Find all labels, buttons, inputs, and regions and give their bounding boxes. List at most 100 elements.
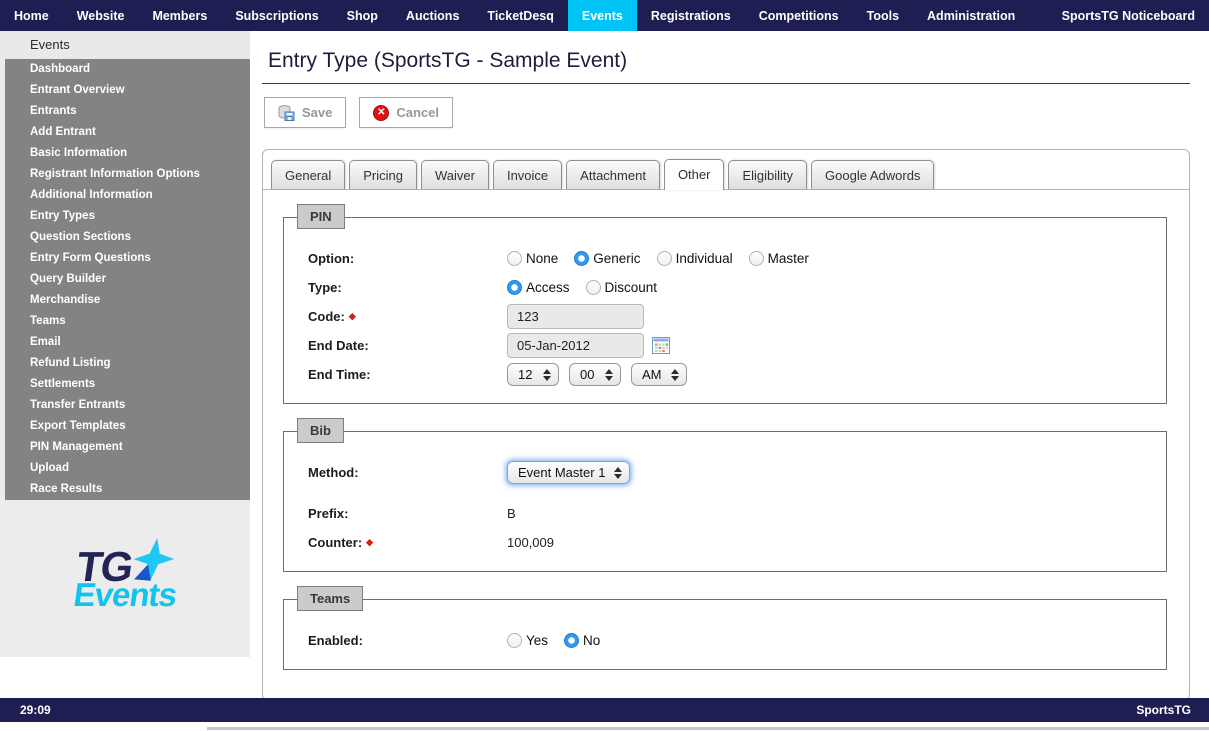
save-button[interactable]: Save [264, 97, 347, 128]
cancel-circle-x-icon: ✕ [373, 104, 390, 121]
nav-item-shop[interactable]: Shop [333, 0, 392, 31]
nav-item-home[interactable]: Home [0, 0, 63, 31]
tab-attachment[interactable]: Attachment [566, 160, 660, 189]
sidebar-item-merchandise[interactable]: Merchandise [5, 290, 250, 311]
radio-label: Discount [604, 280, 658, 295]
sidebar-item-add-entrant[interactable]: Add Entrant [5, 122, 250, 143]
method-label: Method: [308, 465, 359, 480]
bib-method-row: Method: Event Master 1 [308, 460, 1166, 485]
tab-other[interactable]: Other [663, 159, 725, 190]
up-down-arrows-icon [543, 369, 551, 381]
sidebar-item-entry-form-questions[interactable]: Entry Form Questions [5, 248, 250, 269]
tab-eligibility[interactable]: Eligibility [728, 160, 808, 189]
radio-circle-icon [507, 280, 522, 295]
nav-item-tools[interactable]: Tools [853, 0, 913, 31]
nav-item-members[interactable]: Members [138, 0, 221, 31]
code-input[interactable] [507, 304, 644, 329]
body-row: Events Dashboard Entrant Overview Entrants… [0, 31, 1209, 731]
sidebar-header: Events [0, 31, 250, 59]
sidebar-item-teams[interactable]: Teams [5, 311, 250, 332]
tg-events-logo: TG Events [0, 500, 250, 657]
radio-option-generic[interactable]: Generic [574, 251, 641, 266]
pin-fieldset: PIN Option: None Generic Individual Master … [283, 204, 1167, 404]
pin-type-row: Type: Access Discount [308, 275, 1166, 300]
sidebar-item-refund-listing[interactable]: Refund Listing [5, 353, 250, 374]
enabled-label: Enabled: [308, 633, 363, 648]
pin-legend: PIN [297, 204, 345, 229]
sidebar-item-query-builder[interactable]: Query Builder [5, 269, 250, 290]
top-navbar: Home Website Members Subscriptions Shop Aucti… [0, 0, 1209, 31]
nav-item-administration[interactable]: Administration [913, 0, 1029, 31]
sidebar-item-export-templates[interactable]: Export Templates [5, 416, 250, 437]
tab-pricing[interactable]: Pricing [349, 160, 417, 189]
teams-enabled-radio-group: Yes No [507, 633, 616, 648]
radio-option-yes[interactable]: Yes [507, 633, 548, 648]
tab-bar: General Pricing Waiver Invoice Attachment Oth… [263, 150, 1189, 190]
tab-google-adwords[interactable]: Google Adwords [811, 160, 935, 189]
main-content: Entry Type (SportsTG - Sample Event) Sav… [250, 31, 1209, 731]
nav-item-auctions[interactable]: Auctions [392, 0, 473, 31]
sidebar-item-entrant-overview[interactable]: Entrant Overview [5, 80, 250, 101]
bottom-divider [207, 727, 1209, 730]
tab-general[interactable]: General [271, 160, 346, 189]
radio-circle-icon [585, 280, 601, 295]
tab-invoice[interactable]: Invoice [492, 160, 563, 189]
noticeboard-link[interactable]: SportsTG Noticeboard [1048, 0, 1209, 31]
sidebar-item-question-sections[interactable]: Question Sections [5, 227, 250, 248]
option-label: Option: [308, 251, 355, 266]
pin-option-row: Option: None Generic Individual Master [308, 246, 1166, 271]
sidebar-item-race-results[interactable]: Race Results [5, 479, 250, 500]
sidebar-item-dashboard[interactable]: Dashboard [5, 59, 250, 80]
end-time-minute-select[interactable]: 00 [569, 363, 621, 386]
radio-option-none[interactable]: None [507, 251, 558, 266]
save-button-label: Save [302, 105, 333, 120]
nav-item-events[interactable]: Events [567, 0, 637, 31]
ampm-value: AM [642, 367, 662, 382]
radio-option-discount[interactable]: Discount [585, 280, 658, 295]
sidebar-item-upload[interactable]: Upload [5, 458, 250, 479]
sidebar: Events Dashboard Entrant Overview Entrants… [0, 31, 250, 698]
nav-item-registrations[interactable]: Registrations [637, 0, 745, 31]
radio-option-individual[interactable]: Individual [656, 251, 733, 266]
bib-method-select[interactable]: Event Master 1 [507, 461, 631, 484]
nav-item-subscriptions[interactable]: Subscriptions [221, 0, 332, 31]
radio-label: Access [526, 280, 570, 295]
bib-legend: Bib [297, 418, 344, 443]
sidebar-item-registrant-information-options[interactable]: Registrant Information Options [5, 164, 250, 185]
cancel-button-label: Cancel [396, 105, 440, 120]
sidebar-item-pin-management[interactable]: PIN Management [5, 437, 250, 458]
cancel-button[interactable]: ✕ Cancel [359, 97, 454, 128]
sidebar-item-transfer-entrants[interactable]: Transfer Entrants [5, 395, 250, 416]
nav-item-competitions[interactable]: Competitions [745, 0, 853, 31]
sidebar-item-settlements[interactable]: Settlements [5, 374, 250, 395]
sidebar-item-entrants[interactable]: Entrants [5, 101, 250, 122]
pin-end-time-row: End Time: 12 00 AM [308, 362, 1166, 387]
page-title: Entry Type (SportsTG - Sample Event) [262, 47, 1190, 84]
nav-item-ticketdesq[interactable]: TicketDesq [473, 0, 567, 31]
radio-label: Yes [526, 633, 549, 648]
entry-type-panel: General Pricing Waiver Invoice Attachment Oth… [262, 149, 1190, 701]
radio-circle-icon [507, 251, 522, 266]
calendar-picker-button[interactable] [652, 337, 670, 354]
radio-option-access[interactable]: Access [507, 280, 570, 295]
radio-option-master[interactable]: Master [748, 251, 809, 266]
minute-value: 00 [580, 367, 595, 382]
sidebar-item-additional-information[interactable]: Additional Information [5, 185, 250, 206]
required-diamond-icon: ◆ [366, 537, 374, 547]
end-time-hour-select[interactable]: 12 [507, 363, 559, 386]
radio-circle-icon [574, 251, 590, 266]
nav-item-website[interactable]: Website [63, 0, 139, 31]
sidebar-item-email[interactable]: Email [5, 332, 250, 353]
calendar-icon [652, 337, 670, 354]
end-date-input[interactable] [507, 333, 644, 358]
sidebar-item-basic-information[interactable]: Basic Information [5, 143, 250, 164]
page: Home Website Members Subscriptions Shop Aucti… [0, 0, 1209, 731]
end-date-label: End Date: [308, 338, 369, 353]
disk-icon [278, 104, 295, 121]
sidebar-item-entry-types[interactable]: Entry Types [5, 206, 250, 227]
prefix-value: B [507, 506, 516, 521]
bib-counter-row: Counter: ◆ 100,009 [308, 530, 1166, 555]
tab-waiver[interactable]: Waiver [421, 160, 489, 189]
radio-option-no[interactable]: No [564, 633, 600, 648]
end-time-ampm-select[interactable]: AM [631, 363, 687, 386]
